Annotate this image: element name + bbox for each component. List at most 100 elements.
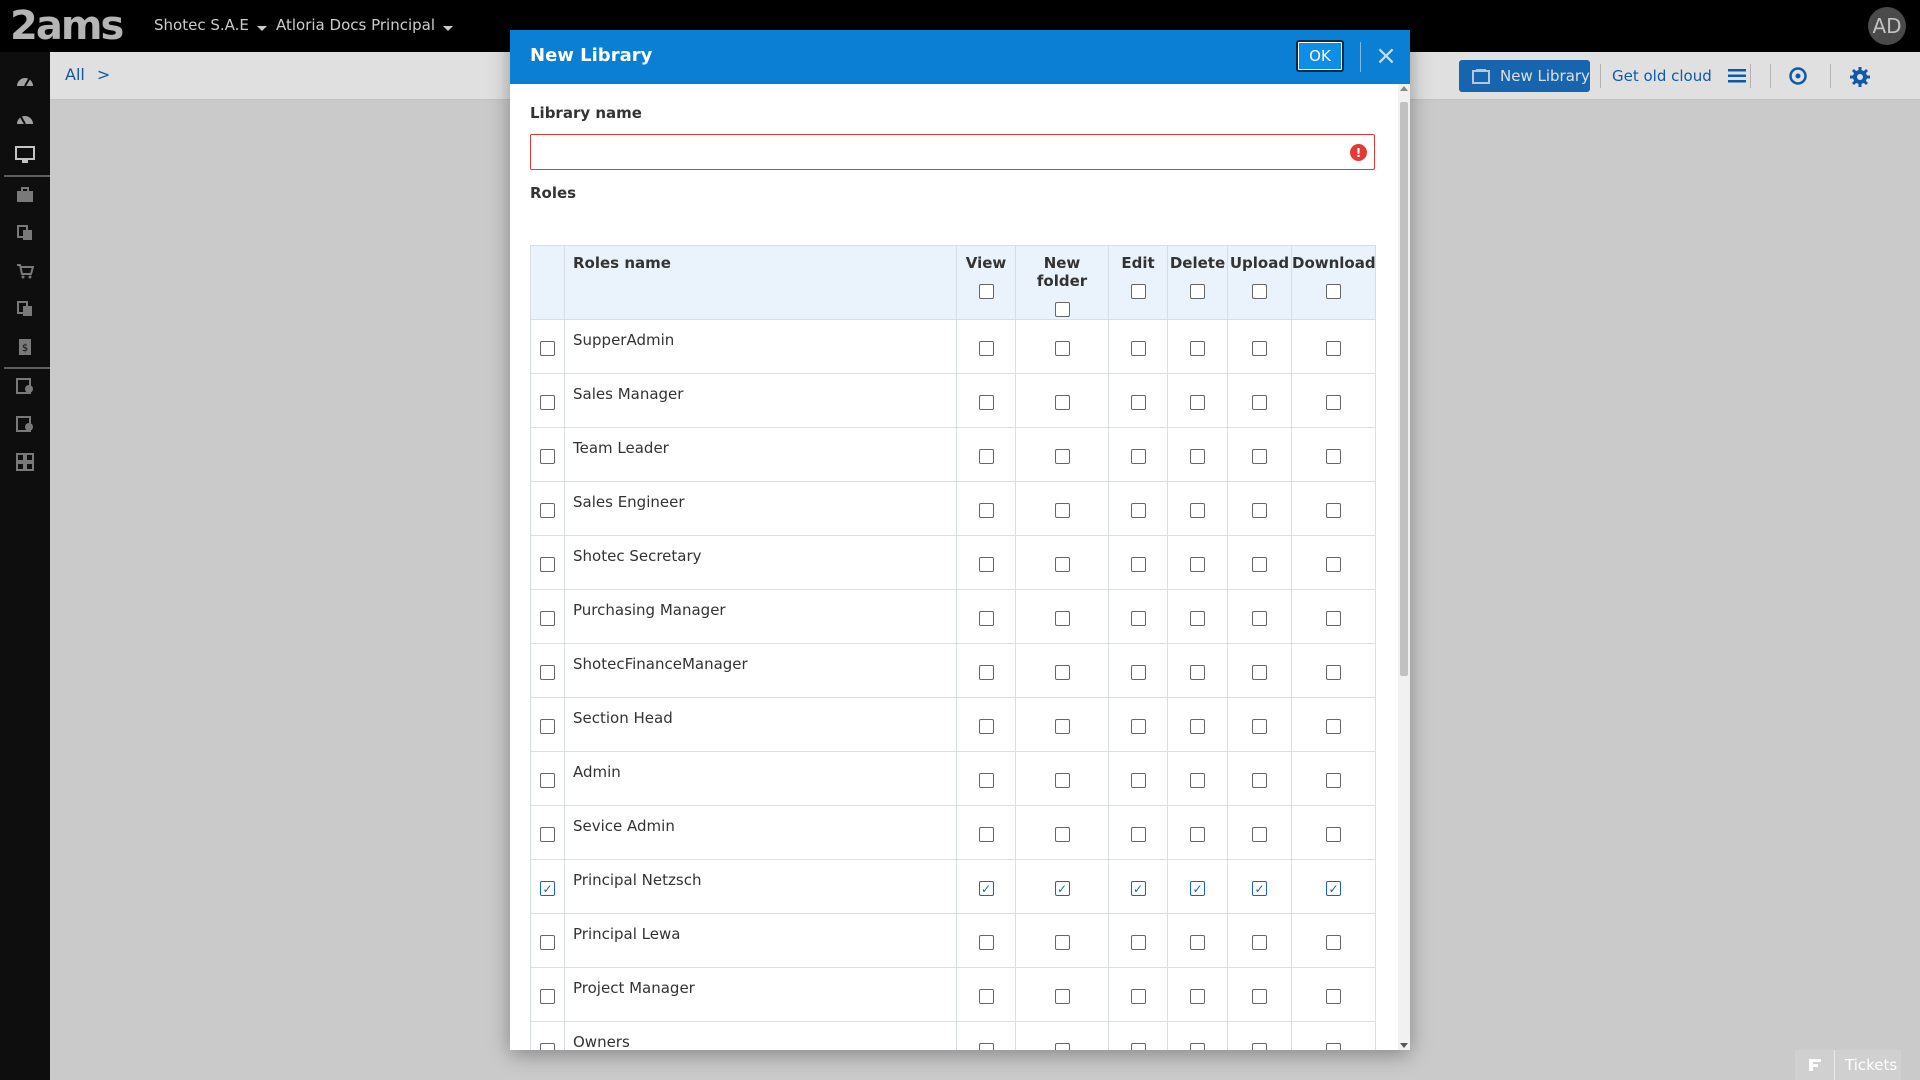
row-select-checkbox[interactable] <box>540 503 555 518</box>
download-permission-checkbox[interactable] <box>1326 665 1341 680</box>
edit-permission-checkbox[interactable]: ✓ <box>1130 881 1146 896</box>
delete-permission-checkbox[interactable] <box>1190 611 1205 626</box>
delete-permission-checkbox[interactable] <box>1190 935 1205 950</box>
delete-permission-checkbox[interactable]: ✓ <box>1190 881 1205 896</box>
delete-permission-checkbox[interactable] <box>1190 341 1205 356</box>
edit-permission-checkbox[interactable] <box>1130 665 1146 680</box>
new-folder-permission-checkbox[interactable] <box>1054 773 1070 788</box>
delete-permission-checkbox[interactable] <box>1190 1043 1205 1050</box>
new-folder-permission-checkbox[interactable] <box>1054 719 1070 734</box>
view-permission-checkbox[interactable] <box>978 341 994 356</box>
row-select-checkbox[interactable] <box>540 449 555 464</box>
delete-permission-checkbox[interactable] <box>1190 395 1205 410</box>
delete-permission-checkbox[interactable] <box>1190 665 1205 680</box>
scroll-down-arrow-icon[interactable] <box>1400 1043 1408 1048</box>
close-icon[interactable]: × <box>1372 43 1400 71</box>
new-folder-permission-checkbox[interactable] <box>1054 935 1070 950</box>
upload-permission-checkbox[interactable] <box>1252 341 1267 356</box>
scroll-thumb[interactable] <box>1400 102 1408 676</box>
library-name-input[interactable] <box>530 134 1375 170</box>
row-select-checkbox[interactable] <box>540 989 555 1004</box>
new-folder-permission-checkbox[interactable] <box>1054 665 1070 680</box>
tickets-button[interactable]: Tickets <box>1795 1050 1901 1080</box>
upload-permission-checkbox[interactable]: ✓ <box>1252 881 1267 896</box>
upload-permission-checkbox[interactable] <box>1252 611 1267 626</box>
row-select-checkbox[interactable]: ✓ <box>540 881 555 896</box>
edit-permission-checkbox[interactable] <box>1130 1043 1146 1050</box>
select-all-delete-checkbox[interactable] <box>1190 284 1205 299</box>
new-folder-permission-checkbox[interactable] <box>1054 449 1070 464</box>
view-permission-checkbox[interactable] <box>978 395 994 410</box>
edit-permission-checkbox[interactable] <box>1130 503 1146 518</box>
row-select-checkbox[interactable] <box>540 341 555 356</box>
upload-permission-checkbox[interactable] <box>1252 773 1267 788</box>
row-select-checkbox[interactable] <box>540 935 555 950</box>
view-permission-checkbox[interactable] <box>978 557 994 572</box>
edit-permission-checkbox[interactable] <box>1130 773 1146 788</box>
row-select-checkbox[interactable] <box>540 1043 555 1050</box>
delete-permission-checkbox[interactable] <box>1190 719 1205 734</box>
new-folder-permission-checkbox[interactable] <box>1054 395 1070 410</box>
select-all-download-checkbox[interactable] <box>1326 284 1341 299</box>
row-select-checkbox[interactable] <box>540 557 555 572</box>
new-folder-permission-checkbox[interactable] <box>1054 341 1070 356</box>
view-permission-checkbox[interactable] <box>978 449 994 464</box>
select-all-upload-checkbox[interactable] <box>1252 284 1267 299</box>
view-permission-checkbox[interactable] <box>978 611 994 626</box>
download-permission-checkbox[interactable] <box>1326 827 1341 842</box>
upload-permission-checkbox[interactable] <box>1252 557 1267 572</box>
edit-permission-checkbox[interactable] <box>1130 935 1146 950</box>
download-permission-checkbox[interactable] <box>1326 557 1341 572</box>
select-all-edit-checkbox[interactable] <box>1130 284 1146 299</box>
select-all-view-checkbox[interactable] <box>978 284 994 299</box>
download-permission-checkbox[interactable] <box>1326 449 1341 464</box>
download-permission-checkbox[interactable] <box>1326 935 1341 950</box>
download-permission-checkbox[interactable] <box>1326 773 1341 788</box>
delete-permission-checkbox[interactable] <box>1190 827 1205 842</box>
download-permission-checkbox[interactable]: ✓ <box>1326 881 1341 896</box>
download-permission-checkbox[interactable] <box>1326 1043 1341 1050</box>
edit-permission-checkbox[interactable] <box>1130 827 1146 842</box>
download-permission-checkbox[interactable] <box>1326 719 1341 734</box>
new-folder-permission-checkbox[interactable] <box>1054 503 1070 518</box>
delete-permission-checkbox[interactable] <box>1190 773 1205 788</box>
row-select-checkbox[interactable] <box>540 827 555 842</box>
view-permission-checkbox[interactable] <box>978 719 994 734</box>
download-permission-checkbox[interactable] <box>1326 341 1341 356</box>
view-permission-checkbox[interactable] <box>978 665 994 680</box>
upload-permission-checkbox[interactable] <box>1252 719 1267 734</box>
download-permission-checkbox[interactable] <box>1326 503 1341 518</box>
edit-permission-checkbox[interactable] <box>1130 341 1146 356</box>
edit-permission-checkbox[interactable] <box>1130 449 1146 464</box>
view-permission-checkbox[interactable] <box>978 773 994 788</box>
dialog-scrollbar[interactable] <box>1398 84 1410 1050</box>
edit-permission-checkbox[interactable] <box>1130 719 1146 734</box>
upload-permission-checkbox[interactable] <box>1252 449 1267 464</box>
download-permission-checkbox[interactable] <box>1326 989 1341 1004</box>
new-folder-permission-checkbox[interactable] <box>1054 611 1070 626</box>
new-folder-permission-checkbox[interactable]: ✓ <box>1054 881 1070 896</box>
download-permission-checkbox[interactable] <box>1326 611 1341 626</box>
select-all-new-folder-checkbox[interactable] <box>1054 302 1070 317</box>
new-folder-permission-checkbox[interactable] <box>1054 989 1070 1004</box>
scroll-up-arrow-icon[interactable] <box>1400 86 1408 91</box>
delete-permission-checkbox[interactable] <box>1190 557 1205 572</box>
upload-permission-checkbox[interactable] <box>1252 665 1267 680</box>
upload-permission-checkbox[interactable] <box>1252 1043 1267 1050</box>
view-permission-checkbox[interactable]: ✓ <box>978 881 994 896</box>
upload-permission-checkbox[interactable] <box>1252 503 1267 518</box>
upload-permission-checkbox[interactable] <box>1252 827 1267 842</box>
view-permission-checkbox[interactable] <box>978 989 994 1004</box>
delete-permission-checkbox[interactable] <box>1190 449 1205 464</box>
edit-permission-checkbox[interactable] <box>1130 611 1146 626</box>
row-select-checkbox[interactable] <box>540 719 555 734</box>
ok-button[interactable]: OK <box>1296 40 1344 72</box>
view-permission-checkbox[interactable] <box>978 503 994 518</box>
edit-permission-checkbox[interactable] <box>1130 557 1146 572</box>
upload-permission-checkbox[interactable] <box>1252 935 1267 950</box>
delete-permission-checkbox[interactable] <box>1190 989 1205 1004</box>
new-folder-permission-checkbox[interactable] <box>1054 1043 1070 1050</box>
edit-permission-checkbox[interactable] <box>1130 395 1146 410</box>
row-select-checkbox[interactable] <box>540 611 555 626</box>
new-folder-permission-checkbox[interactable] <box>1054 827 1070 842</box>
